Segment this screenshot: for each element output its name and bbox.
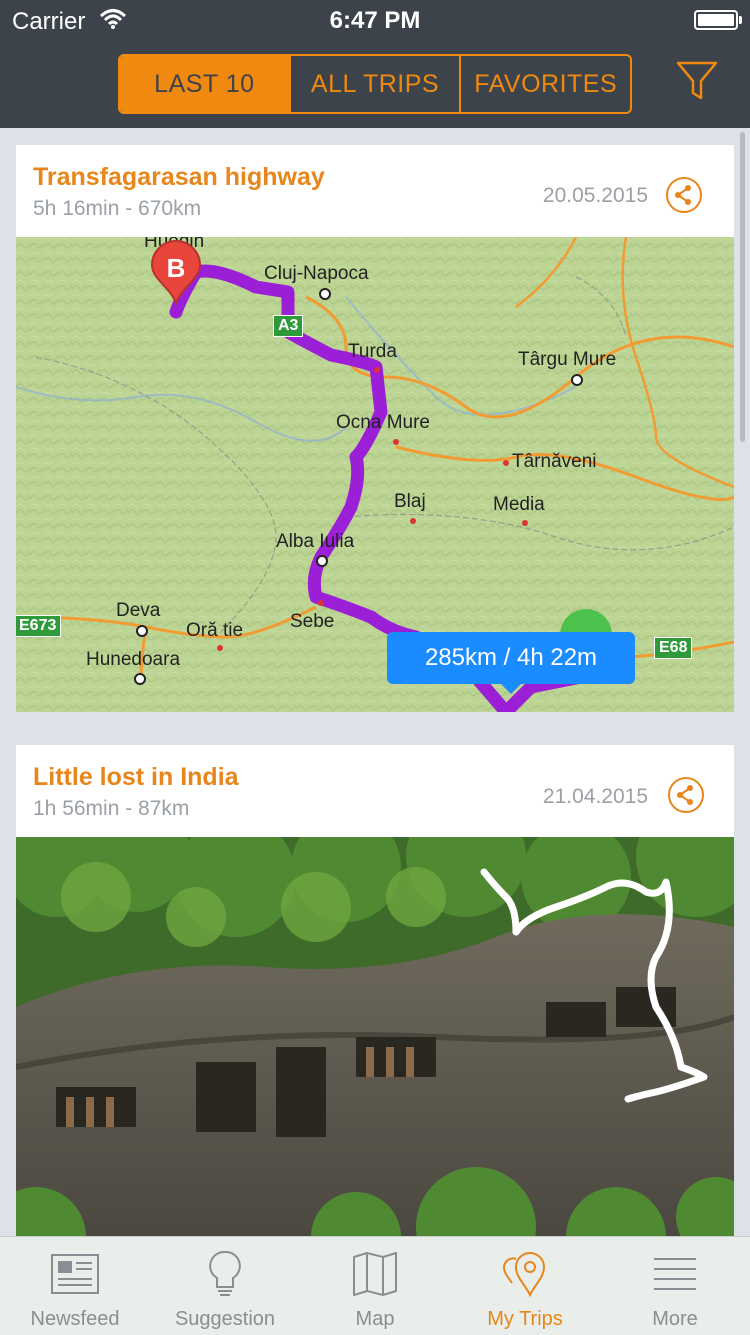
map-icon [353,1252,397,1296]
trip-card[interactable]: Little lost in India 1h 56min - 87km 21.… [16,745,734,1245]
road-shield: E68 [654,637,693,659]
place-label: Media [493,494,545,515]
tab-label: My Trips [487,1308,563,1330]
trip-photo[interactable] [16,837,734,1245]
lightbulb-icon [209,1250,241,1296]
trip-duration-distance: 1h 56min - 87km [33,797,190,820]
tab-label: More [652,1308,698,1330]
trip-date: 21.04.2015 [542,785,648,808]
trip-date: 20.05.2015 [542,184,648,207]
road-shield: E673 [16,615,62,637]
route-summary-text: 285km / 4h 22m [424,644,598,671]
status-bar: Carrier 6:47 PM [0,0,750,40]
cliff-temples-photo [16,837,734,1245]
scroll-indicator [740,132,745,442]
tab-map[interactable]: Map [300,1237,450,1335]
share-button[interactable] [666,177,702,213]
place-label: Turda [348,341,397,362]
newsfeed-icon [51,1254,99,1294]
place-label: Deva [116,600,161,621]
tab-label: Map [355,1308,395,1330]
battery-icon [694,10,738,30]
trip-filter-segmented-control: LAST 10 ALL TRIPS FAVORITES [118,54,632,114]
place-label: Târnăveni [512,451,597,472]
place-label: Sebe [290,611,335,632]
segment-favorites[interactable]: FAVORITES [459,56,630,112]
trip-title[interactable]: Transfagarasan highway [33,163,325,192]
tab-bar: Newsfeed Suggestion Map My Trips More [0,1236,750,1335]
trip-title[interactable]: Little lost in India [33,763,239,792]
tab-my-trips[interactable]: My Trips [450,1237,600,1335]
road-shield: A3 [273,315,304,337]
tab-suggestion[interactable]: Suggestion [150,1237,300,1335]
destination-marker-label: B [166,253,186,283]
tab-label: Suggestion [174,1308,276,1330]
tab-label: Newsfeed [30,1308,120,1330]
share-icon [677,785,693,805]
share-button[interactable] [668,777,704,813]
trip-duration-distance: 5h 16min - 670km [33,197,202,220]
tab-more[interactable]: More [600,1237,750,1335]
menu-icon [654,1258,696,1290]
segment-last-10[interactable]: LAST 10 [120,56,289,112]
place-label: Alba Iulia [276,531,355,552]
segment-all-trips[interactable]: ALL TRIPS [288,56,460,112]
clock: 6:47 PM [329,7,421,34]
share-icon [675,185,691,205]
place-label: Blaj [394,491,426,512]
filter-icon[interactable] [676,60,718,102]
place-label: Ocna Mure [336,412,430,433]
place-label: Oră tie [186,620,244,641]
trip-card[interactable]: Transfagarasan highway 5h 16min - 670km … [16,145,734,712]
route-summary-badge[interactable]: 285km / 4h 22m [387,632,635,684]
place-label: Târgu Mure [518,349,617,370]
tab-newsfeed[interactable]: Newsfeed [0,1237,150,1335]
pins-icon [502,1252,546,1298]
top-bar: Carrier 6:47 PM LAST 10 ALL TRIPS FAVORI… [0,0,750,128]
place-label: Cluj-Napoca [264,263,369,284]
place-label: Hunedoara [86,649,181,670]
trip-route-map[interactable]: Huedin Cluj-Napoca Turda Târgu Mure Ocna… [16,237,734,712]
